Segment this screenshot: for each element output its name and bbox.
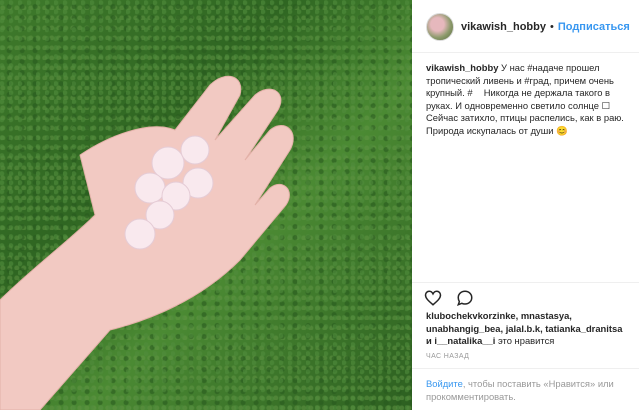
header-username[interactable]: vikawish_hobby (461, 21, 546, 33)
likes-suffix: это нравится (497, 335, 555, 347)
follow-button[interactable]: Подписаться (558, 21, 630, 33)
hand-with-hail-image (0, 75, 294, 410)
footer-divider (412, 368, 639, 369)
likes-summary: klubochekvkorzinke, mnastasya, unabhangi… (426, 310, 636, 348)
header-divider (412, 52, 639, 53)
caption-username[interactable]: vikawish_hobby (426, 62, 498, 73)
comment-icon[interactable] (456, 289, 474, 307)
post-header: vikawish_hobby • Подписаться (426, 12, 630, 42)
actions-divider (412, 282, 639, 283)
likers-line-3[interactable]: и i__natalika__i (426, 335, 495, 346)
likers-line-1[interactable]: klubochekvkorzinke, mnastasya, (426, 310, 572, 321)
login-link[interactable]: Войдите (426, 378, 463, 389)
post-sidebar: vikawish_hobby • Подписаться vikawish_ho… (412, 0, 639, 410)
post-timestamp: час назад (426, 353, 470, 360)
avatar[interactable] (426, 13, 454, 41)
header-separator: • (549, 21, 554, 33)
post-actions (424, 289, 474, 307)
caption-text: У нас #надаче прошел тропический ливень … (426, 62, 624, 136)
heart-icon[interactable] (424, 289, 442, 307)
likers-line-2[interactable]: unabhangig_bea, jalal.b.k, tatianka_dran… (426, 323, 622, 334)
post-photo (0, 0, 412, 410)
post-caption: vikawish_hobby У нас #надаче прошел троп… (426, 62, 631, 138)
login-prompt: Войдите, чтобы поставить «Нравится» или … (426, 378, 631, 403)
